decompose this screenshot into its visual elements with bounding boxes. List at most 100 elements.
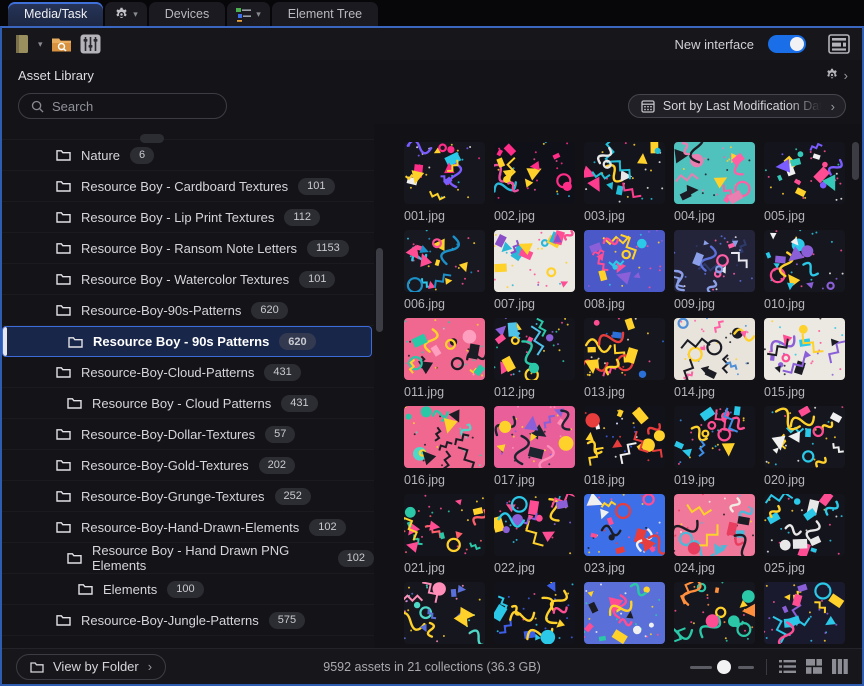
asset-thumbnail-cell: 016.jpg [404,406,485,494]
chevron-right-icon[interactable]: › [844,69,848,82]
asset-thumbnail-image[interactable] [404,318,485,380]
search-placeholder: Search [52,99,93,114]
folder-row[interactable]: Resource Boy - Hand Drawn PNG Elements10… [2,543,374,574]
sort-dropdown[interactable]: Sort by Last Modification Dat › [628,94,846,118]
asset-thumbnail-cell: 005.jpg [764,142,845,230]
asset-thumbnail-image[interactable] [764,406,845,468]
grid-scrollbar[interactable] [851,140,860,648]
tab-element-tree[interactable]: Element Tree [272,2,378,26]
asset-filename: 002.jpg [494,209,575,223]
asset-thumbnail-image[interactable] [494,406,575,468]
folder-row[interactable]: Resource Boy - Ransom Note Letters1153 [2,233,374,264]
folder-search-icon[interactable] [51,35,72,53]
asset-thumbnail-image[interactable] [674,494,755,556]
folder-label: Resource Boy - Ransom Note Letters [81,241,297,256]
thumbnail-size-slider[interactable] [690,660,754,674]
asset-thumbnail-image[interactable] [404,582,485,644]
asset-thumbnail-image[interactable] [404,230,485,292]
asset-thumbnail-cell: 029.jpg [674,582,755,648]
asset-thumbnail-image[interactable] [764,494,845,556]
asset-thumbnail-image[interactable] [404,142,485,204]
asset-thumbnail-image[interactable] [584,318,665,380]
folder-row[interactable]: Resource Boy - Watercolor Textures101 [2,264,374,295]
scrollbar-thumb[interactable] [852,142,859,180]
folder-count-badge: 102 [309,519,345,536]
folder-row[interactable]: Resource-Boy-Gold-Textures202 [2,450,374,481]
asset-thumbnail-image[interactable] [494,494,575,556]
asset-thumbnail-image[interactable] [764,318,845,380]
masonry-view-icon[interactable] [806,659,822,674]
list-view-icon[interactable] [779,659,796,674]
folder-icon [56,521,71,533]
folder-icon [56,304,71,316]
folder-icon [56,242,71,254]
asset-thumbnail-image[interactable] [764,230,845,292]
asset-thumbnail-cell: 011.jpg [404,318,485,406]
asset-filename: 011.jpg [404,385,485,399]
folder-row[interactable]: Resource-Boy-90s-Patterns620 [2,295,374,326]
asset-thumbnail-image[interactable] [764,582,845,644]
library-book-icon[interactable] [14,34,30,54]
folder-row[interactable]: Resource Boy - Lip Print Textures112 [2,202,374,233]
partially-visible-row [2,124,374,140]
asset-thumbnail-image[interactable] [674,582,755,644]
asset-thumbnail-image[interactable] [764,142,845,204]
folder-row[interactable]: Resource-Boy-Dollar-Textures57 [2,419,374,450]
settings-dropdown-tab[interactable]: ▾ [105,2,147,26]
asset-thumbnail-cell: 017.jpg [494,406,575,494]
view-by-label: View by Folder [53,659,139,674]
folder-label: Nature [81,148,120,163]
tab-media-task[interactable]: Media/Task [8,2,103,26]
column-view-icon[interactable] [832,659,848,674]
asset-thumbnail-cell: 018.jpg [584,406,665,494]
asset-thumbnail-cell: 013.jpg [584,318,665,406]
asset-thumbnail-image[interactable] [404,406,485,468]
tab-media-task-label: Media/Task [24,7,87,21]
asset-filename: 022.jpg [494,561,575,575]
filters-sliders-icon[interactable] [80,34,101,54]
new-interface-toggle[interactable] [768,35,806,53]
toolbar: ▾ [2,28,862,60]
asset-thumbnail-image[interactable] [584,494,665,556]
asset-filename: 004.jpg [674,209,755,223]
chevron-down-icon[interactable]: ▾ [38,40,43,49]
element-tree-dropdown-tab[interactable]: ▾ [227,2,270,26]
chevron-down-icon: ▾ [256,10,261,19]
folder-row[interactable]: Resource-Boy-Jungle-Patterns575 [2,605,374,636]
library-settings-gear-icon[interactable] [825,68,839,82]
asset-thumbnail-image[interactable] [494,142,575,204]
asset-thumbnail-image[interactable] [404,494,485,556]
asset-thumbnail-cell: 009.jpg [674,230,755,318]
scrollbar-thumb[interactable] [376,248,383,332]
slider-knob[interactable] [717,660,731,674]
folder-row[interactable]: Resource-Boy-Hand-Drawn-Elements102 [2,512,374,543]
folder-row[interactable]: Nature6 [2,140,374,171]
folder-row[interactable]: Resource-Boy-Cloud-Patterns431 [2,357,374,388]
asset-thumbnail-image[interactable] [494,582,575,644]
asset-thumbnail-image[interactable] [674,406,755,468]
folder-row[interactable]: Resource Boy - Cloud Patterns431 [2,388,374,419]
asset-thumbnail-image[interactable] [584,582,665,644]
asset-thumbnail-image[interactable] [584,406,665,468]
view-by-folder-dropdown[interactable]: View by Folder › [16,654,166,680]
asset-thumbnail-image[interactable] [674,142,755,204]
folder-label: Resource-Boy-Cloud-Patterns [81,365,254,380]
asset-thumbnail-image[interactable] [674,318,755,380]
folder-row[interactable]: Elements100 [2,574,374,605]
asset-thumbnail-image[interactable] [584,230,665,292]
tab-devices[interactable]: Devices [149,2,225,26]
folder-row[interactable]: Resource-Boy-Grunge-Textures252 [2,481,374,512]
asset-thumbnail-image[interactable] [674,230,755,292]
asset-thumbnail-image[interactable] [494,230,575,292]
layout-panel-icon[interactable] [828,34,850,54]
search-input[interactable]: Search [18,93,227,119]
search-icon [31,100,44,113]
asset-thumbnail-image[interactable] [494,318,575,380]
asset-thumbnail-cell: 024.jpg [674,494,755,582]
folder-row[interactable]: Resource Boy - Cardboard Textures101 [2,171,374,202]
tab-bar: Media/Task ▾ Devices ▾ Element Tree [0,0,864,26]
folder-icon [56,149,71,161]
asset-thumbnail-image[interactable] [584,142,665,204]
folder-row[interactable]: Resource Boy - 90s Patterns620 [2,326,372,357]
sidebar-scrollbar[interactable] [374,124,386,648]
